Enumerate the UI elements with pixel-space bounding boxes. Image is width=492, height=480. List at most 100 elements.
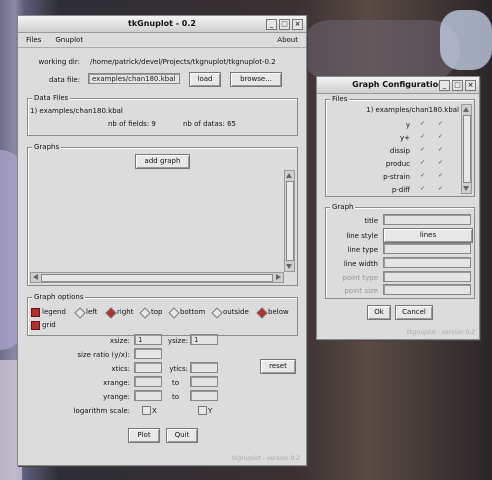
load-button[interactable]: load bbox=[189, 72, 221, 87]
config-files-frame: Files 1) examples/chan180.kbal y ✓ ✓ y+ ✓ ✓ di… bbox=[325, 95, 475, 197]
graphs-vertical-scrollbar[interactable] bbox=[284, 170, 295, 272]
scroll-left-icon[interactable] bbox=[33, 274, 38, 280]
point-size-input[interactable] bbox=[383, 284, 471, 295]
xrange-to-label: to bbox=[172, 379, 180, 387]
scroll-thumb[interactable] bbox=[41, 274, 273, 282]
log-x-checkbox[interactable] bbox=[142, 406, 151, 415]
grid-checkbox[interactable] bbox=[31, 321, 40, 330]
config-window-title: Graph Configuration bbox=[352, 80, 444, 89]
line-type-input[interactable] bbox=[383, 243, 471, 254]
log-scale-label: logarithm scale: bbox=[73, 407, 130, 415]
title-input[interactable] bbox=[383, 214, 471, 225]
config-footer-version: tkgnuplot - version 0.2 bbox=[406, 329, 475, 336]
scroll-right-icon[interactable] bbox=[276, 274, 281, 280]
working-dir-label: working dir: bbox=[38, 58, 81, 66]
data-file-input[interactable]: examples/chan180.kbal bbox=[88, 73, 180, 84]
data-files-title: Data Files bbox=[32, 94, 71, 102]
background-shape bbox=[440, 10, 492, 70]
field-y-toggle-icon[interactable]: ✓ bbox=[438, 120, 443, 127]
ok-button[interactable]: Ok bbox=[367, 305, 391, 320]
minimize-icon[interactable]: _ bbox=[266, 19, 277, 30]
scroll-thumb[interactable] bbox=[286, 181, 294, 261]
maximize-icon[interactable]: □ bbox=[452, 80, 463, 91]
config-files-title: Files bbox=[330, 95, 350, 103]
size-ratio-input[interactable] bbox=[134, 348, 162, 359]
browse-button[interactable]: browse... bbox=[230, 72, 282, 87]
scroll-up-icon[interactable] bbox=[463, 107, 469, 112]
field-label: y+ bbox=[399, 134, 410, 142]
top-label: top bbox=[151, 308, 163, 316]
legend-label: legend bbox=[42, 308, 66, 316]
field-x-toggle-icon[interactable]: ✓ bbox=[420, 172, 425, 179]
scroll-down-icon[interactable] bbox=[463, 186, 469, 191]
right-radio[interactable] bbox=[105, 307, 117, 319]
xrange-from-input[interactable] bbox=[134, 376, 162, 387]
plot-button[interactable]: Plot bbox=[128, 428, 160, 443]
xrange-label: xrange: bbox=[103, 379, 130, 387]
graph-options-title: Graph options bbox=[32, 293, 86, 301]
scroll-thumb[interactable] bbox=[463, 115, 471, 183]
config-titlebar[interactable]: Graph Configuration _ □ × bbox=[317, 77, 479, 94]
xtics-label: xtics: bbox=[111, 365, 130, 373]
field-y-toggle-icon[interactable]: ✓ bbox=[438, 133, 443, 140]
field-y-toggle-icon[interactable]: ✓ bbox=[438, 185, 443, 192]
field-x-toggle-icon[interactable]: ✓ bbox=[420, 146, 425, 153]
log-y-checkbox[interactable] bbox=[198, 406, 207, 415]
close-icon[interactable]: × bbox=[465, 80, 476, 91]
yrange-to-label: to bbox=[172, 393, 180, 401]
graphs-horizontal-scrollbar[interactable] bbox=[30, 272, 284, 283]
nb-fields-label: nb of fields: 9 bbox=[108, 120, 156, 128]
bottom-radio[interactable] bbox=[168, 307, 180, 319]
field-y-toggle-icon[interactable]: ✓ bbox=[438, 146, 443, 153]
minimize-icon[interactable]: _ bbox=[439, 80, 450, 91]
yrange-from-input[interactable] bbox=[134, 390, 162, 401]
graph-config-window: Graph Configuration _ □ × Files 1) examp… bbox=[316, 76, 480, 340]
legend-checkbox[interactable] bbox=[31, 308, 40, 317]
title-label: title bbox=[364, 217, 378, 225]
top-radio[interactable] bbox=[139, 307, 151, 319]
data-file-entry[interactable]: 1) examples/chan180.kbal bbox=[30, 107, 123, 115]
menu-files[interactable]: Files bbox=[26, 36, 41, 44]
below-radio[interactable] bbox=[256, 307, 268, 319]
menu-about[interactable]: About bbox=[277, 36, 298, 44]
field-label: y bbox=[405, 121, 410, 129]
field-x-toggle-icon[interactable]: ✓ bbox=[420, 159, 425, 166]
scroll-down-icon[interactable] bbox=[286, 264, 292, 269]
outside-radio[interactable] bbox=[211, 307, 223, 319]
ysize-input[interactable]: 1 bbox=[190, 334, 218, 345]
quit-button[interactable]: Quit bbox=[166, 428, 198, 443]
background-shape bbox=[300, 20, 460, 80]
close-icon[interactable]: × bbox=[292, 19, 303, 30]
add-graph-button[interactable]: add graph bbox=[135, 154, 190, 169]
scroll-up-icon[interactable] bbox=[286, 173, 292, 178]
point-type-label: point type bbox=[342, 274, 378, 282]
nb-datas-label: nb of datas: 65 bbox=[183, 120, 236, 128]
ytics-input[interactable] bbox=[190, 362, 218, 373]
reset-button[interactable]: reset bbox=[260, 359, 296, 374]
yrange-to-input[interactable] bbox=[190, 390, 218, 401]
field-y-toggle-icon[interactable]: ✓ bbox=[438, 172, 443, 179]
field-x-toggle-icon[interactable]: ✓ bbox=[420, 120, 425, 127]
cancel-button[interactable]: Cancel bbox=[395, 305, 433, 320]
line-style-select[interactable]: lines bbox=[383, 228, 473, 243]
bottom-label: bottom bbox=[180, 308, 206, 316]
main-titlebar[interactable]: tkGnuplot - 0.2 _ □ × bbox=[18, 16, 306, 33]
log-y-label: Y bbox=[208, 407, 213, 415]
grid-label: grid bbox=[42, 321, 56, 329]
config-files-scrollbar[interactable] bbox=[461, 104, 472, 194]
graphs-frame: Graphs add graph bbox=[27, 143, 298, 286]
data-file-label: data file: bbox=[48, 76, 80, 84]
field-label: p-strain bbox=[383, 173, 410, 181]
xrange-to-input[interactable] bbox=[190, 376, 218, 387]
point-type-input[interactable] bbox=[383, 271, 471, 282]
maximize-icon[interactable]: □ bbox=[279, 19, 290, 30]
main-menubar: Files Gnuplot About bbox=[18, 33, 306, 48]
right-label: right bbox=[117, 308, 134, 316]
ysize-label: ysize: bbox=[167, 337, 188, 345]
menu-gnuplot[interactable]: Gnuplot bbox=[55, 36, 83, 44]
field-x-toggle-icon[interactable]: ✓ bbox=[420, 185, 425, 192]
field-y-toggle-icon[interactable]: ✓ bbox=[438, 159, 443, 166]
line-width-input[interactable] bbox=[383, 257, 471, 268]
field-x-toggle-icon[interactable]: ✓ bbox=[420, 133, 425, 140]
left-radio[interactable] bbox=[74, 307, 86, 319]
